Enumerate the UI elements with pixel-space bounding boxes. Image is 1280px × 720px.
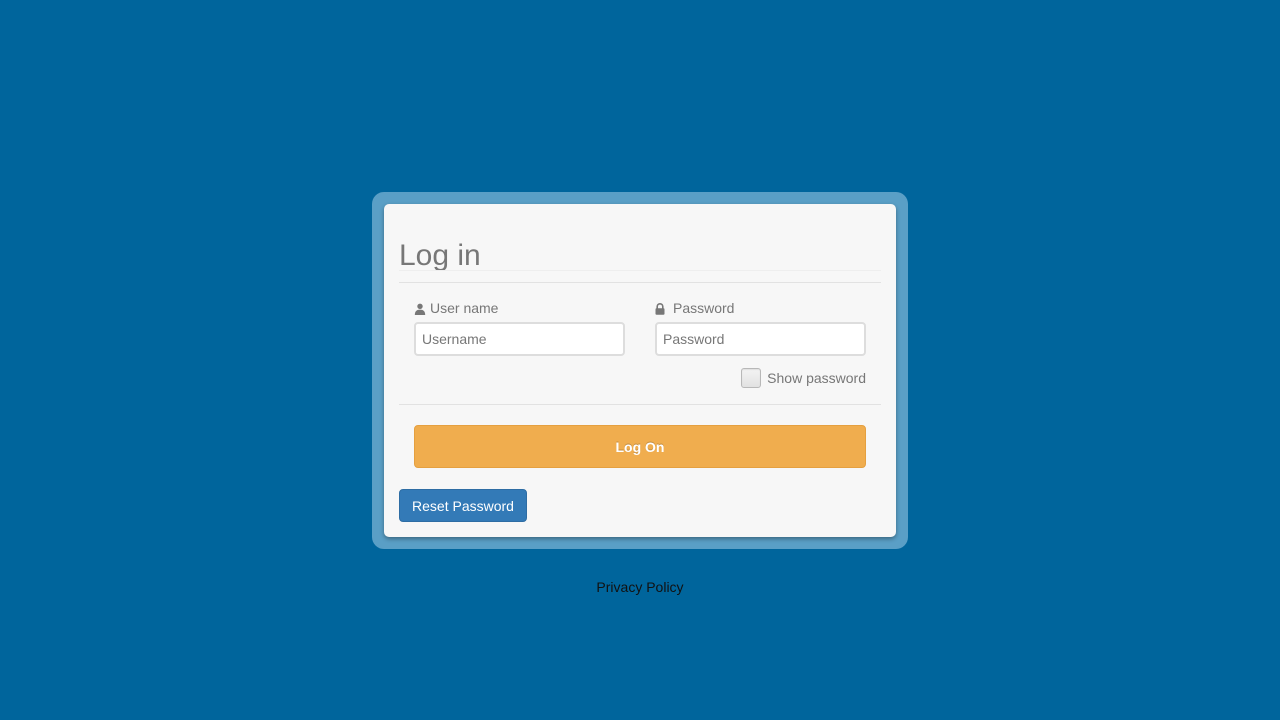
- log-on-button[interactable]: Log On: [414, 425, 866, 468]
- username-input[interactable]: [414, 322, 625, 356]
- password-input[interactable]: [655, 322, 866, 356]
- reset-password-button[interactable]: Reset Password: [399, 489, 527, 522]
- username-field-group: User name: [414, 300, 625, 356]
- login-frame: Log in User name Username Password Show …: [372, 192, 908, 549]
- footer: Privacy Policy: [0, 578, 1280, 596]
- page-title: Log in: [399, 239, 481, 272]
- login-page: Log in User name Username Password Show …: [0, 0, 1280, 720]
- lock-icon: [655, 302, 667, 315]
- privacy-policy-link[interactable]: Privacy Policy: [596, 579, 683, 595]
- username-label: User name: [414, 300, 625, 316]
- password-label-text: Password: [673, 300, 735, 316]
- login-card: Log in User name Username Password Show …: [384, 204, 896, 537]
- password-field-group: Password: [655, 300, 866, 356]
- show-password-checkbox[interactable]: [741, 368, 762, 388]
- password-label: Password: [655, 300, 866, 316]
- show-password-toggle[interactable]: Show password: [741, 368, 866, 388]
- username-label-text: User name: [430, 300, 499, 316]
- user-icon: [414, 302, 426, 315]
- title-divider: [399, 270, 881, 271]
- title-divider-lower: [399, 282, 881, 283]
- form-divider: [399, 404, 881, 405]
- show-password-label: Show password: [767, 370, 866, 386]
